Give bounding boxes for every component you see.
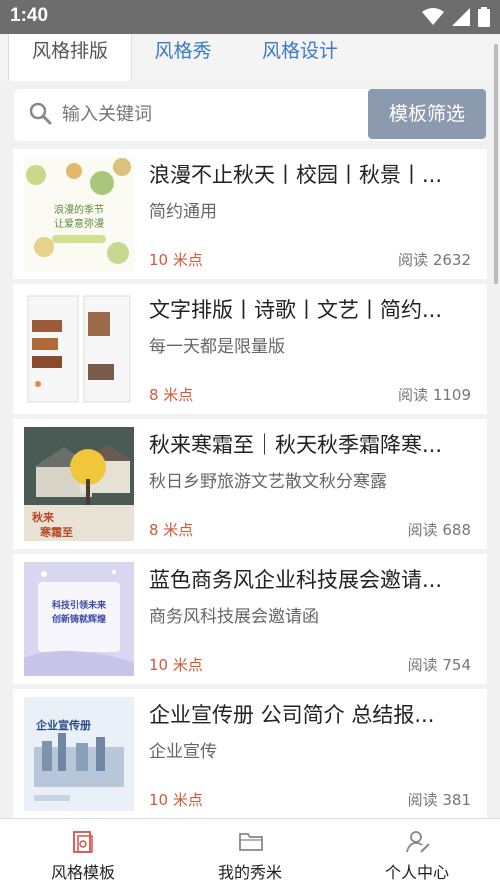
search-bar: 模板筛选	[14, 89, 486, 141]
item-subtitle: 简约通用	[149, 202, 217, 222]
item-points: 10 米点	[149, 656, 203, 674]
tab-style-show[interactable]: 风格秀	[138, 34, 228, 81]
thumb-text: 企业宣传册	[36, 719, 91, 732]
thumb-text: 让爱意弥漫	[54, 219, 104, 230]
user-edit-icon	[406, 831, 430, 853]
thumb-text: 寒霜至	[40, 526, 73, 539]
item-title: 企业宣传册 公司简介 总结报...	[149, 703, 435, 727]
wifi-icon	[422, 8, 444, 25]
nav-profile[interactable]: 个人中心	[334, 819, 500, 889]
item-points: 10 米点	[149, 251, 203, 269]
template-thumbnail: 浪漫的季节 让爱意弥漫	[24, 157, 134, 271]
item-points: 8 米点	[149, 521, 194, 539]
bottom-nav: 风格模板 我的秀米 个人中心	[0, 818, 500, 889]
search-input[interactable]	[60, 103, 364, 126]
scrollbar[interactable]	[494, 44, 498, 284]
thumb-text: 秋来	[32, 511, 54, 524]
item-reads: 阅读 754	[407, 656, 471, 674]
item-subtitle: 每一天都是限量版	[149, 337, 285, 357]
item-title: 浪漫不止秋天丨校园丨秋景丨...	[149, 163, 443, 187]
nav-style-templates[interactable]: 风格模板	[0, 819, 166, 889]
thumb-text: 创新铸就辉煌	[51, 615, 106, 625]
item-points: 8 米点	[149, 386, 194, 404]
list-item[interactable]: 文字排版丨诗歌丨文艺丨简约... 每一天都是限量版 8 米点 阅读 1109	[13, 284, 487, 414]
item-reads: 阅读 381	[407, 791, 471, 809]
template-list: 浪漫的季节 让爱意弥漫 浪漫不止秋天丨校园丨秋景丨... 简约通用 10 米点 …	[13, 149, 487, 824]
item-reads: 阅读 688	[407, 521, 471, 539]
template-icon	[73, 831, 93, 853]
tab-style-design[interactable]: 风格设计	[250, 34, 350, 81]
thumb-text: 科技引领未来	[51, 601, 106, 611]
tab-style-layout[interactable]: 风格排版	[8, 34, 132, 81]
thumb-text: 浪漫的季节	[54, 205, 104, 216]
template-thumbnail: 企业宣传册	[24, 697, 134, 811]
nav-my-xiumi[interactable]: 我的秀米	[167, 819, 333, 889]
list-item[interactable]: 秋来 寒霜至 秋来寒霜至｜秋天秋季霜降寒... 秋日乡野旅游文艺散文秋分寒露 8…	[13, 419, 487, 549]
list-item[interactable]: 企业宣传册 企业宣传册 公司简介 总结报... 企业宣传 10 米点 阅读 38…	[13, 689, 487, 819]
nav-label: 风格模板	[50, 863, 115, 882]
item-title: 蓝色商务风企业科技展会邀请...	[149, 568, 443, 592]
item-subtitle: 秋日乡野旅游文艺散文秋分寒露	[149, 472, 387, 492]
status-bar: 1:40	[0, 0, 500, 34]
nav-label: 个人中心	[384, 863, 449, 882]
top-tabs: 风格排版 风格秀 风格设计	[0, 34, 500, 81]
template-thumbnail: 秋来 寒霜至	[24, 427, 134, 541]
item-subtitle: 商务风科技展会邀请函	[149, 607, 319, 627]
signal-icon	[452, 8, 470, 26]
item-title: 秋来寒霜至｜秋天秋季霜降寒...	[149, 433, 443, 457]
item-points: 10 米点	[149, 791, 203, 809]
template-thumbnail: 科技引领未来 创新铸就辉煌	[24, 562, 134, 676]
item-subtitle: 企业宣传	[149, 742, 217, 762]
item-reads: 阅读 1109	[398, 386, 471, 404]
item-reads: 阅读 2632	[398, 251, 471, 269]
list-item[interactable]: 科技引领未来 创新铸就辉煌 蓝色商务风企业科技展会邀请... 商务风科技展会邀请…	[13, 554, 487, 684]
template-thumbnail	[24, 292, 134, 406]
status-time: 1:40	[10, 5, 49, 26]
search-icon	[29, 102, 52, 125]
template-filter-button[interactable]: 模板筛选	[368, 89, 486, 139]
battery-icon	[478, 7, 490, 27]
item-title: 文字排版丨诗歌丨文艺丨简约...	[149, 298, 443, 322]
folder-icon	[239, 833, 263, 851]
nav-label: 我的秀米	[217, 863, 282, 882]
list-item[interactable]: 浪漫的季节 让爱意弥漫 浪漫不止秋天丨校园丨秋景丨... 简约通用 10 米点 …	[13, 149, 487, 279]
